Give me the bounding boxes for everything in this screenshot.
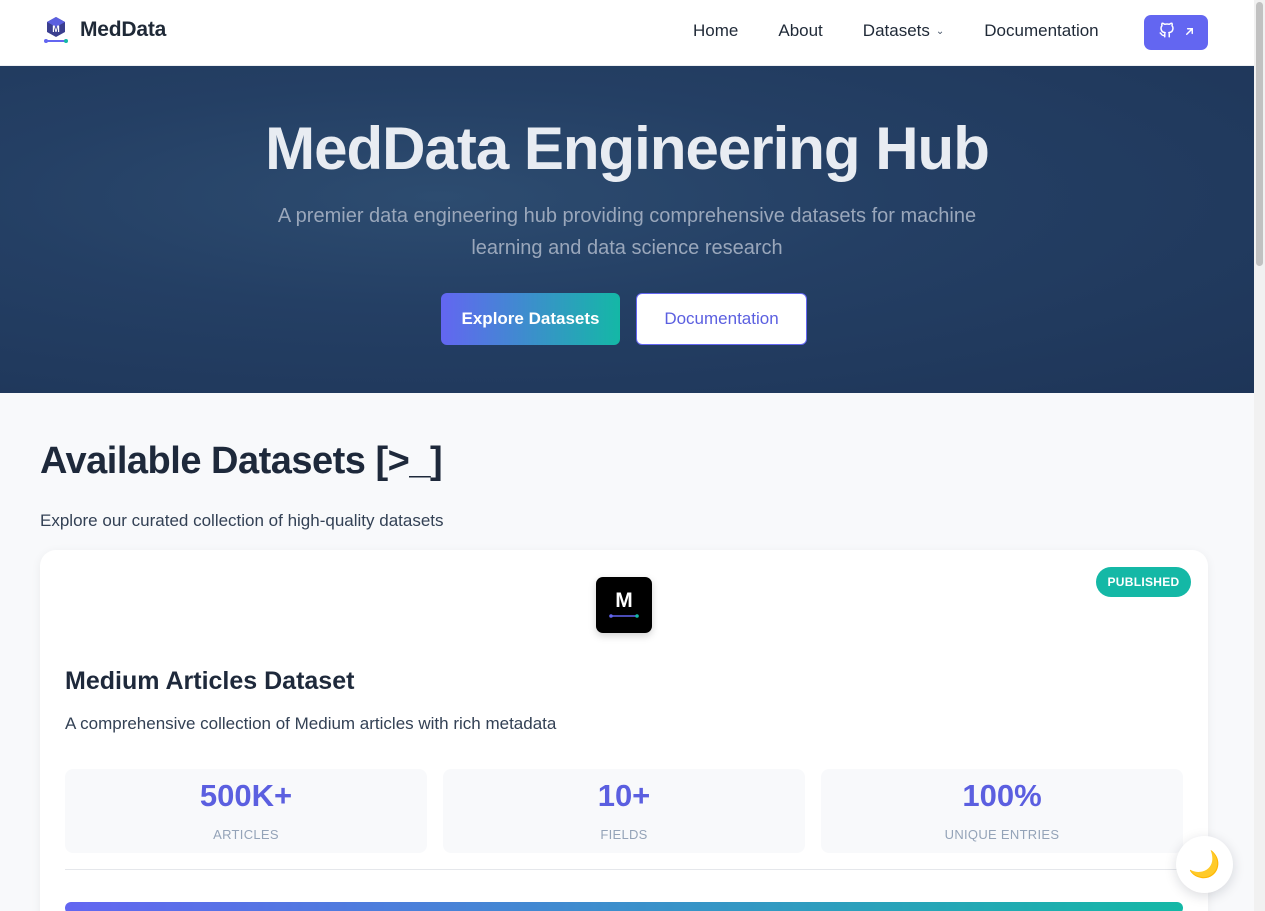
nav-link-datasets[interactable]: Datasets ⌄ bbox=[863, 21, 944, 41]
section-title: Available Datasets [>_] bbox=[40, 440, 443, 482]
svg-text:M: M bbox=[52, 24, 60, 34]
card-divider bbox=[65, 869, 1183, 870]
dataset-stats: 500K+ ARTICLES 10+ FIELDS 100% UNIQUE EN… bbox=[65, 769, 1183, 853]
dataset-description: A comprehensive collection of Medium art… bbox=[65, 714, 557, 733]
documentation-button[interactable]: Documentation bbox=[636, 293, 807, 345]
hero-subtitle: A premier data engineering hub providing… bbox=[277, 205, 977, 259]
stat-label: UNIQUE ENTRIES bbox=[944, 827, 1060, 842]
nav-link-home[interactable]: Home bbox=[693, 21, 738, 41]
brand[interactable]: M MedData bbox=[44, 15, 166, 45]
hero-section: MedData Engineering Hub A premier data e… bbox=[0, 66, 1254, 393]
scrollbar-thumb[interactable] bbox=[1256, 2, 1263, 266]
stat-articles: 500K+ ARTICLES bbox=[65, 769, 427, 853]
stat-unique-entries: 100% UNIQUE ENTRIES bbox=[821, 769, 1183, 853]
github-button[interactable] bbox=[1144, 15, 1208, 50]
nav-links: Home About Datasets ⌄ Documentation bbox=[693, 21, 1139, 41]
stat-label: ARTICLES bbox=[213, 827, 279, 842]
dataset-card[interactable]: M PUBLISHED Medium Articles Dataset A co… bbox=[40, 550, 1208, 911]
dataset-logo-line-icon bbox=[609, 614, 639, 618]
moon-icon: 🌙 bbox=[1188, 849, 1221, 879]
dataset-logo-letter: M bbox=[615, 589, 633, 612]
hero-title: MedData Engineering Hub bbox=[265, 115, 990, 182]
stat-label: FIELDS bbox=[600, 827, 648, 842]
nav-link-about[interactable]: About bbox=[778, 21, 822, 41]
brand-name: MedData bbox=[80, 18, 167, 41]
dataset-action-button[interactable] bbox=[65, 902, 1183, 911]
nav-link-documentation[interactable]: Documentation bbox=[984, 21, 1098, 41]
arrow-up-right-icon bbox=[1184, 24, 1195, 42]
brand-logo-icon: M bbox=[44, 15, 68, 45]
stat-value: 100% bbox=[962, 778, 1042, 813]
section-subtitle: Explore our curated collection of high-q… bbox=[40, 511, 444, 530]
dataset-logo: M bbox=[596, 577, 652, 633]
nav-link-datasets-label: Datasets bbox=[862, 21, 930, 40]
status-badge: PUBLISHED bbox=[1096, 567, 1191, 597]
dataset-title: Medium Articles Dataset bbox=[65, 667, 355, 695]
chevron-down-icon: ⌄ bbox=[935, 25, 945, 37]
stat-fields: 10+ FIELDS bbox=[443, 769, 805, 853]
stat-value: 500K+ bbox=[199, 778, 293, 813]
github-icon bbox=[1158, 21, 1176, 44]
theme-toggle-button[interactable]: 🌙 bbox=[1176, 836, 1233, 893]
stat-value: 10+ bbox=[597, 778, 651, 813]
explore-datasets-button[interactable]: Explore Datasets bbox=[441, 293, 620, 345]
top-navbar: M MedData Home About Datasets ⌄ Document… bbox=[0, 0, 1254, 66]
